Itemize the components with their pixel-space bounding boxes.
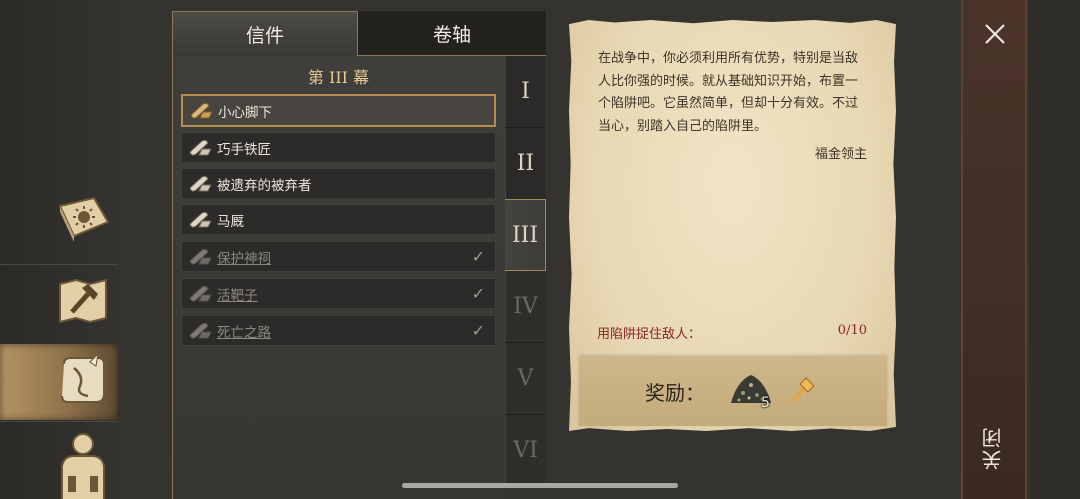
map-hammer-icon — [59, 278, 107, 324]
hammer-icon[interactable] — [790, 376, 816, 402]
close-icon[interactable] — [983, 22, 1007, 46]
scroll-icon — [189, 248, 212, 265]
letter-signature: 福金领主 — [814, 147, 867, 162]
sun-book-icon — [58, 196, 110, 242]
quest-label: 小心脚下 — [218, 104, 272, 121]
quest-label: 巧手铁匠 — [217, 141, 271, 158]
quest-item[interactable]: 巧手铁匠 — [181, 132, 496, 163]
quest-item[interactable]: 被遗弃的被弃者 — [181, 168, 496, 199]
scroll-quill-icon — [61, 352, 105, 403]
left-nav — [0, 0, 118, 499]
nav-character[interactable] — [0, 424, 118, 499]
scroll-icon — [189, 139, 212, 156]
objective-progress: 0/10 — [837, 323, 867, 338]
nav-map[interactable] — [0, 266, 118, 342]
scroll-icon — [189, 175, 212, 192]
right-edge — [1029, 0, 1080, 499]
close-panel[interactable] — [961, 0, 1027, 499]
quest-label: 活靶子 — [217, 287, 258, 304]
scroll-icon — [189, 211, 212, 228]
quest-item[interactable]: 小心脚下 — [181, 94, 496, 127]
nav-quest-book[interactable] — [0, 186, 118, 262]
quest-label: 死亡之路 — [217, 324, 271, 341]
close-button-label[interactable]: 关闭 — [978, 426, 1007, 470]
reward-count: 5 — [761, 395, 770, 411]
nav-letters[interactable] — [0, 344, 118, 420]
objective-label: 用陷阱捉住敌人： — [597, 327, 702, 342]
quest-item[interactable]: 死亡之路 ✓ — [181, 315, 496, 346]
tab-letters[interactable]: 信件 — [172, 11, 358, 56]
checkmark-icon: ✓ — [471, 321, 485, 340]
scroll-icon — [189, 285, 212, 302]
checkmark-icon: ✓ — [471, 247, 485, 266]
quest-label: 被遗弃的被弃者 — [217, 177, 312, 194]
reward-label: 奖励： — [645, 381, 705, 405]
letter-body: 在战争中，你必须利用所有优势，特别是当敌人比你强的时候。就从基础知识开始，布置一… — [598, 51, 859, 134]
scroll-icon — [190, 102, 213, 119]
quest-item[interactable]: 保护神祠 ✓ — [181, 241, 496, 272]
checkmark-icon: ✓ — [471, 284, 485, 303]
warrior-icon — [61, 433, 105, 499]
tab-scrolls[interactable]: 卷轴 — [358, 11, 546, 56]
home-indicator[interactable] — [402, 483, 678, 488]
quest-item[interactable]: 马厩 — [181, 204, 496, 235]
act-tab-4[interactable]: IV — [505, 271, 545, 343]
act-tab-1[interactable]: I — [505, 56, 545, 128]
act-tab-2[interactable]: II — [505, 128, 545, 200]
quest-label: 保护神祠 — [217, 250, 271, 267]
act-tab-3[interactable]: III — [505, 199, 546, 271]
act-tab-6[interactable]: VI — [505, 415, 545, 487]
quest-label: 马厩 — [217, 213, 244, 230]
act-tab-5[interactable]: V — [505, 343, 545, 415]
quest-item[interactable]: 活靶子 ✓ — [181, 278, 496, 309]
scroll-icon — [189, 322, 212, 339]
act-title: 第 III 幕 — [307, 68, 370, 87]
